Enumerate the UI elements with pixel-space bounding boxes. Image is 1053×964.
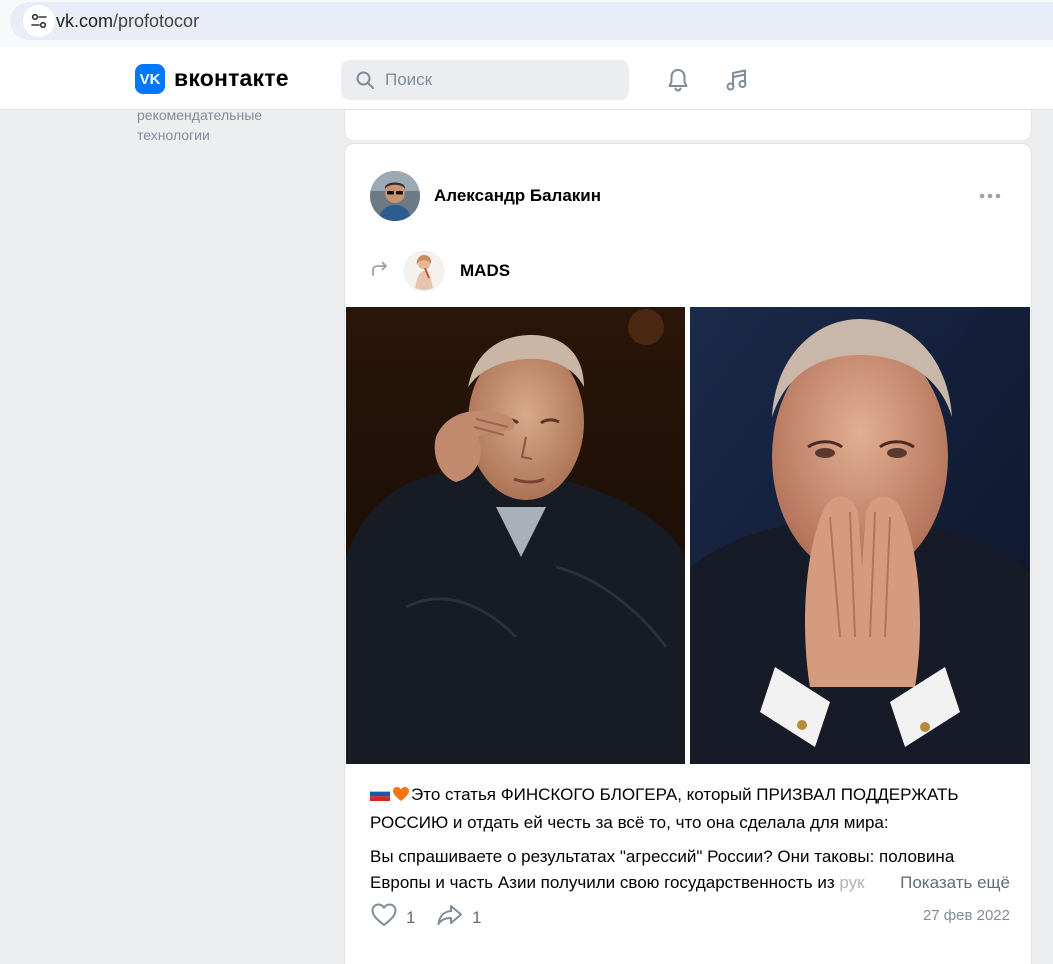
- vk-logo-text: VK: [139, 70, 161, 88]
- search-input[interactable]: [385, 60, 615, 100]
- music-note-icon[interactable]: [724, 67, 750, 98]
- post-paragraph-2-fade: рук: [839, 873, 865, 892]
- repost-source-avatar[interactable]: [404, 251, 444, 291]
- url-domain: vk.com: [56, 11, 114, 31]
- search-icon: [355, 70, 375, 95]
- post-date[interactable]: 27 фев 2022: [923, 907, 1010, 924]
- post-photo-right[interactable]: [690, 307, 1030, 764]
- repost-source-name[interactable]: MADS: [460, 261, 510, 281]
- left-menu-line2: технологии: [137, 127, 210, 143]
- site-info-icon[interactable]: [23, 5, 55, 37]
- post-paragraph-2-line1: Вы спрашиваете о результатах "агрессий" …: [370, 847, 955, 866]
- post-paragraph-1-text: Это статья ФИНСКОГО БЛОГЕРА, который ПРИ…: [370, 785, 959, 832]
- url-path: /profotocor: [113, 11, 200, 31]
- like-count: 1: [406, 907, 416, 927]
- bell-icon[interactable]: [665, 67, 691, 98]
- post-paragraph-2: Вы спрашиваете о результатах "агрессий" …: [370, 844, 1010, 896]
- orange-heart-icon: [392, 784, 410, 810]
- vk-brand[interactable]: вконтакте: [174, 65, 289, 92]
- share-arrow-icon: [436, 902, 464, 933]
- vk-logo-icon[interactable]: VK: [135, 64, 165, 94]
- url-text[interactable]: vk.com/profotocor: [56, 11, 199, 32]
- like-button[interactable]: 1: [370, 902, 415, 933]
- author-name[interactable]: Александр Балакин: [434, 186, 601, 206]
- show-more-link[interactable]: Показать ещё: [896, 870, 1010, 896]
- post-paragraph-2-line2: Европы и часть Азии получили свою госуда…: [370, 870, 1010, 896]
- post-footer: 1 1 27 фев 2022: [370, 902, 1010, 930]
- more-dots-icon[interactable]: [975, 184, 1005, 208]
- left-menu-snippet[interactable]: рекомендательные технологии: [137, 105, 262, 145]
- vk-header: VK вконтакте: [0, 47, 1053, 110]
- author-avatar[interactable]: [370, 171, 420, 221]
- browser-address-bar: vk.com/profotocor: [0, 0, 1053, 47]
- left-menu-line1: рекомендательные: [137, 107, 263, 123]
- share-button[interactable]: 1: [436, 902, 481, 933]
- russia-flag-icon: [369, 783, 391, 801]
- post-text: Это статья ФИНСКОГО БЛОГЕРА, который ПРИ…: [369, 782, 1010, 896]
- post-photo-left[interactable]: [346, 307, 685, 764]
- search-box[interactable]: [341, 60, 629, 100]
- post-card: Александр Балакин MADS Это статья ФИНСКО…: [344, 143, 1032, 964]
- heart-icon: [370, 902, 398, 933]
- url-field[interactable]: vk.com/profotocor: [10, 2, 1053, 40]
- post-paragraph-1: Это статья ФИНСКОГО БЛОГЕРА, который ПРИ…: [369, 782, 1010, 836]
- previous-post-bottom: [344, 110, 1032, 140]
- share-count: 1: [472, 907, 482, 927]
- post-paragraph-2-line2-text: Европы и часть Азии получили свою госуда…: [370, 873, 840, 892]
- repost-arrow-icon: [371, 261, 389, 282]
